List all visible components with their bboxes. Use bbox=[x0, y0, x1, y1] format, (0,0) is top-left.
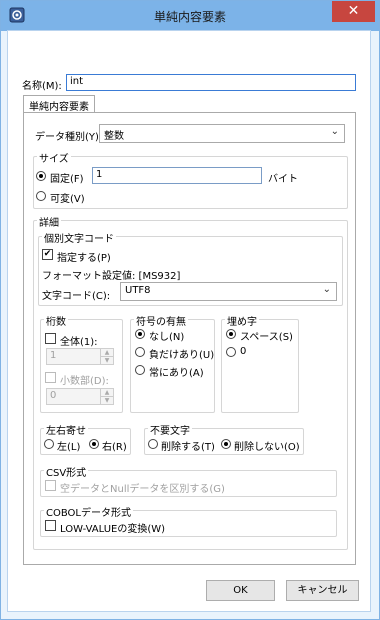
cancel-button[interactable]: キャンセル bbox=[286, 580, 359, 601]
fill-space-radio[interactable] bbox=[226, 329, 236, 339]
csv-group-title: CSV形式 bbox=[44, 464, 89, 479]
fill-group-title: 埋め字 bbox=[225, 313, 259, 328]
spin-down-icon[interactable]: ▼ bbox=[101, 357, 113, 364]
size-group-title: サイズ bbox=[37, 150, 71, 165]
fill-zero-radio[interactable] bbox=[226, 347, 236, 357]
distinguish-null-label[interactable]: 空データとNullデータを区別する(G) bbox=[60, 480, 225, 495]
delete-radio[interactable] bbox=[148, 439, 158, 449]
window-title: 単純内容要素 bbox=[153, 10, 226, 24]
fill-space-label[interactable]: スペース(S) bbox=[240, 328, 293, 343]
total-digits-input[interactable]: 1 ▲ ▼ bbox=[46, 348, 114, 365]
data-type-value: 整数 bbox=[104, 131, 124, 142]
tab-simple-content[interactable]: 単純内容要素 bbox=[23, 95, 95, 113]
spin-up-icon[interactable]: ▲ bbox=[101, 389, 113, 397]
decimal-checkbox[interactable] bbox=[45, 372, 56, 383]
keep-label[interactable]: 削除しない(O) bbox=[234, 438, 300, 453]
align-right-radio[interactable] bbox=[89, 439, 99, 449]
total-digits-checkbox[interactable] bbox=[45, 333, 56, 344]
fixed-size-input[interactable]: 1 bbox=[92, 167, 262, 184]
align-left-label[interactable]: 左(L) bbox=[57, 438, 80, 453]
sign-none-radio[interactable] bbox=[135, 329, 145, 339]
name-input[interactable]: int bbox=[66, 74, 356, 91]
spin-up-icon[interactable]: ▲ bbox=[101, 349, 113, 357]
lowvalue-checkbox[interactable] bbox=[45, 520, 56, 531]
close-button[interactable]: ✕ bbox=[332, 1, 375, 22]
total-digits-value: 1 bbox=[50, 350, 57, 361]
decimal-label[interactable]: 小数部(D): bbox=[60, 372, 109, 387]
fixed-radio[interactable] bbox=[36, 171, 46, 181]
distinguish-null-checkbox[interactable] bbox=[45, 480, 56, 491]
fill-zero-label[interactable]: 0 bbox=[240, 346, 246, 357]
sign-none-label[interactable]: なし(N) bbox=[149, 328, 184, 343]
keep-radio[interactable] bbox=[221, 439, 231, 449]
charcode-value: UTF8 bbox=[125, 285, 151, 296]
sign-always-label[interactable]: 常にあり(A) bbox=[149, 364, 204, 379]
sign-negative-radio[interactable] bbox=[135, 347, 145, 357]
decimal-spinner[interactable]: ▲ ▼ bbox=[100, 389, 113, 404]
data-type-select[interactable]: 整数 ⌄ bbox=[99, 124, 345, 143]
sign-always-radio[interactable] bbox=[135, 365, 145, 375]
lowvalue-label[interactable]: LOW-VALUEの変換(W) bbox=[60, 520, 165, 535]
unneeded-group-title: 不要文字 bbox=[148, 422, 192, 437]
sign-group-title: 符号の有無 bbox=[134, 313, 188, 328]
encoding-group-title: 個別文字コード bbox=[42, 230, 116, 245]
chevron-down-icon: ⌄ bbox=[330, 126, 339, 137]
byte-unit-label: バイト bbox=[268, 174, 298, 185]
spin-down-icon[interactable]: ▼ bbox=[101, 397, 113, 404]
variable-radio[interactable] bbox=[36, 191, 46, 201]
charcode-select[interactable]: UTF8 ⌄ bbox=[120, 282, 337, 301]
decimal-input[interactable]: 0 ▲ ▼ bbox=[46, 388, 114, 405]
chevron-down-icon: ⌄ bbox=[322, 284, 331, 295]
charcode-label: 文字コード(C): bbox=[42, 291, 111, 302]
detail-group-title: 詳細 bbox=[37, 214, 61, 229]
fixed-label[interactable]: 固定(F) bbox=[50, 170, 84, 185]
align-group-title: 左右寄せ bbox=[44, 422, 88, 437]
data-type-label: データ種別(Y): bbox=[35, 132, 103, 143]
total-digits-label[interactable]: 全体(1): bbox=[60, 333, 98, 348]
align-right-label[interactable]: 右(R) bbox=[102, 438, 127, 453]
title-bar[interactable]: 単純内容要素 ✕ bbox=[1, 1, 379, 31]
digits-group-title: 桁数 bbox=[44, 313, 68, 328]
name-label: 名称(M): bbox=[22, 81, 62, 92]
ok-button[interactable]: OK bbox=[206, 580, 275, 601]
delete-label[interactable]: 削除する(T) bbox=[161, 438, 215, 453]
format-setting-label: フォーマット設定値: [MS932] bbox=[42, 271, 181, 282]
decimal-value: 0 bbox=[50, 390, 57, 401]
align-left-radio[interactable] bbox=[44, 439, 54, 449]
total-digits-spinner[interactable]: ▲ ▼ bbox=[100, 349, 113, 364]
specify-encoding-label[interactable]: 指定する(P) bbox=[57, 249, 111, 264]
cobol-group-title: COBOLデータ形式 bbox=[44, 504, 133, 519]
specify-encoding-checkbox[interactable]: ✔ bbox=[42, 249, 53, 260]
variable-label[interactable]: 可変(V) bbox=[50, 190, 85, 205]
sign-negative-label[interactable]: 負だけあり(U) bbox=[149, 346, 214, 361]
